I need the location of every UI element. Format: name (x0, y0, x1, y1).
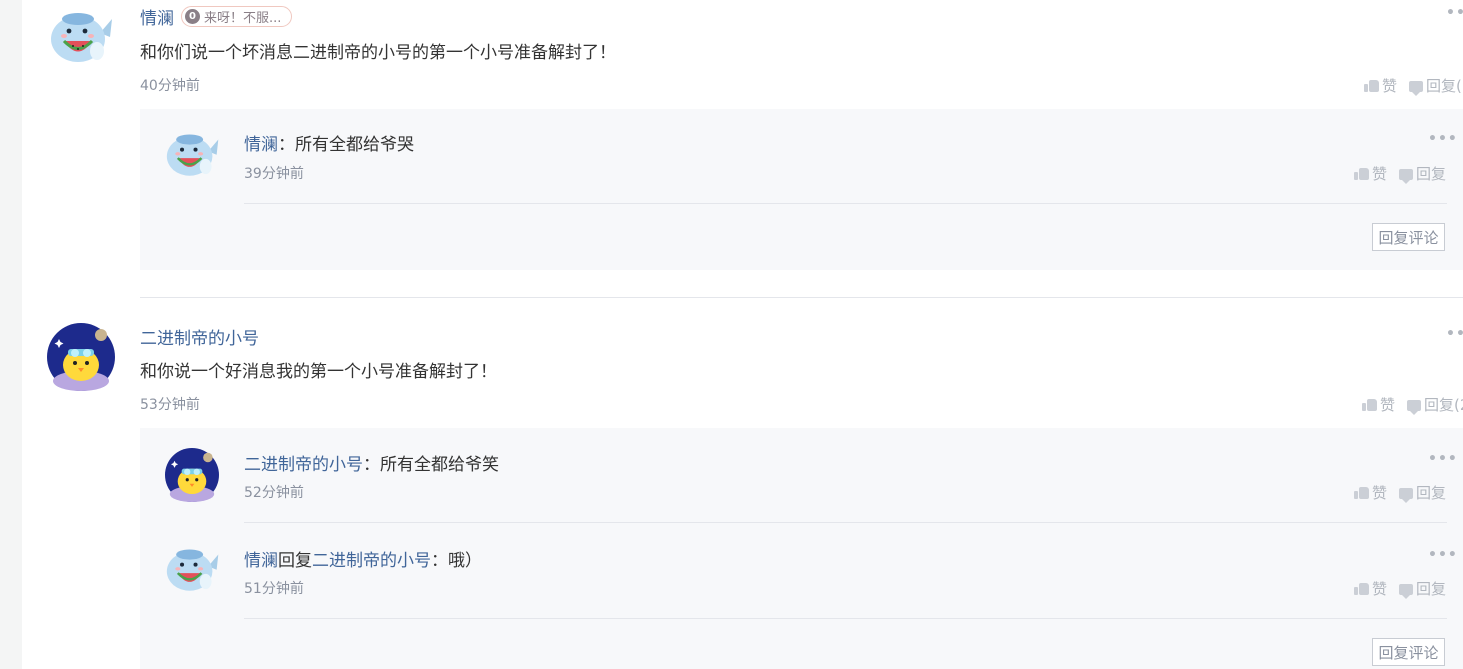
sub-comment-text: 所有全都给爷笑 (380, 455, 499, 475)
sub-comment-text: 所有全都给爷哭 (295, 135, 414, 155)
avatar[interactable] (166, 129, 220, 177)
more-dots-icon[interactable]: ••• (1446, 5, 1463, 21)
avatar[interactable] (47, 323, 115, 391)
sub-comment-line: 情澜：所有全都给爷哭 (244, 130, 414, 155)
sub-comment-time: 52分钟前 (244, 485, 304, 501)
reply-label: 回复 (1416, 165, 1447, 183)
comment-time: 40分钟前 (140, 78, 200, 94)
like-button[interactable]: 赞 (1362, 394, 1395, 415)
like-button[interactable]: 赞 (1354, 482, 1387, 503)
divider (244, 203, 1447, 204)
like-button[interactable]: 赞 (1364, 75, 1397, 96)
colon: ： (278, 135, 295, 155)
comment-bubble-icon (1399, 169, 1413, 184)
thumb-up-icon (1362, 398, 1377, 411)
reply-button[interactable]: 回复(2 (1407, 394, 1463, 415)
like-button[interactable]: 赞 (1354, 163, 1387, 184)
comment-bubble-icon (1399, 584, 1413, 599)
divider (244, 618, 1447, 619)
more-dots-icon[interactable]: ••• (1428, 451, 1458, 467)
reply-label: 回复 (1416, 580, 1447, 598)
level-icon: 0 (185, 9, 200, 24)
whale-watermelon-icon (166, 134, 219, 176)
colon: ： (431, 551, 448, 571)
whale-watermelon-icon (51, 13, 112, 62)
avatar[interactable] (50, 7, 114, 63)
more-dots-icon[interactable]: ••• (1428, 547, 1458, 563)
reply-to-user[interactable]: 二进制帝的小号 (312, 551, 431, 571)
sub-comment-time: 39分钟前 (244, 166, 304, 182)
sub-comment-line: 二进制帝的小号：所有全都给爷笑 (244, 450, 499, 475)
sub-comment-author[interactable]: 二进制帝的小号 (244, 455, 363, 475)
sub-comment-author[interactable]: 情澜 (244, 551, 278, 571)
reply-comment-button[interactable]: 回复评论 (1372, 223, 1445, 251)
comment-bubble-icon (1409, 81, 1423, 96)
like-label: 赞 (1372, 580, 1388, 598)
reply-word: 回复 (278, 551, 312, 571)
reply-comment-button[interactable]: 回复评论 (1372, 638, 1445, 666)
sub-comment-line: 情澜回复二进制帝的小号：哦） (244, 546, 482, 571)
thumb-up-icon (1364, 79, 1379, 92)
avatar[interactable] (166, 544, 220, 592)
whale-watermelon-icon (166, 549, 219, 591)
reply-button[interactable]: 回复( (1409, 75, 1462, 96)
like-label: 赞 (1372, 165, 1388, 183)
comment-divider (140, 297, 1463, 298)
more-dots-icon[interactable]: ••• (1446, 326, 1463, 342)
left-edge-panel (0, 0, 22, 669)
like-label: 赞 (1382, 77, 1398, 95)
divider (244, 522, 1447, 523)
user-level-badge[interactable]: 0 来呀！不服... (181, 6, 293, 27)
comment-text: 和你们说一个坏消息二进制帝的小号的第一个小号准备解封了！ (140, 43, 616, 63)
reply-label: 回复 (1416, 484, 1447, 502)
sub-comment-time: 51分钟前 (244, 581, 304, 597)
reply-button[interactable]: 回复 (1399, 163, 1446, 184)
like-button[interactable]: 赞 (1354, 578, 1387, 599)
more-dots-icon[interactable]: ••• (1428, 131, 1458, 147)
avatar[interactable] (165, 448, 219, 502)
reply-label: 回复(2 (1424, 396, 1463, 414)
comment-author[interactable]: 二进制帝的小号 (140, 324, 259, 349)
thumb-up-icon (1354, 167, 1369, 180)
comment-bubble-icon (1407, 400, 1421, 415)
sub-comment-author[interactable]: 情澜 (244, 135, 278, 155)
colon: ： (363, 455, 380, 475)
comment-bubble-icon (1399, 488, 1413, 503)
yellow-bird-night-icon (47, 323, 115, 391)
comment-author[interactable]: 情澜 (140, 4, 174, 29)
sub-comment-text: 哦） (448, 551, 482, 571)
reply-button[interactable]: 回复 (1399, 578, 1446, 599)
thumb-up-icon (1354, 486, 1369, 499)
reply-label: 回复( (1426, 77, 1462, 95)
badge-text: 来呀！不服... (204, 11, 282, 26)
yellow-bird-night-icon (165, 448, 219, 502)
comment-time: 53分钟前 (140, 397, 200, 413)
like-label: 赞 (1372, 484, 1388, 502)
thumb-up-icon (1354, 582, 1369, 595)
reply-button[interactable]: 回复 (1399, 482, 1446, 503)
comment-text: 和你说一个好消息我的第一个小号准备解封了！ (140, 362, 497, 382)
like-label: 赞 (1380, 396, 1396, 414)
